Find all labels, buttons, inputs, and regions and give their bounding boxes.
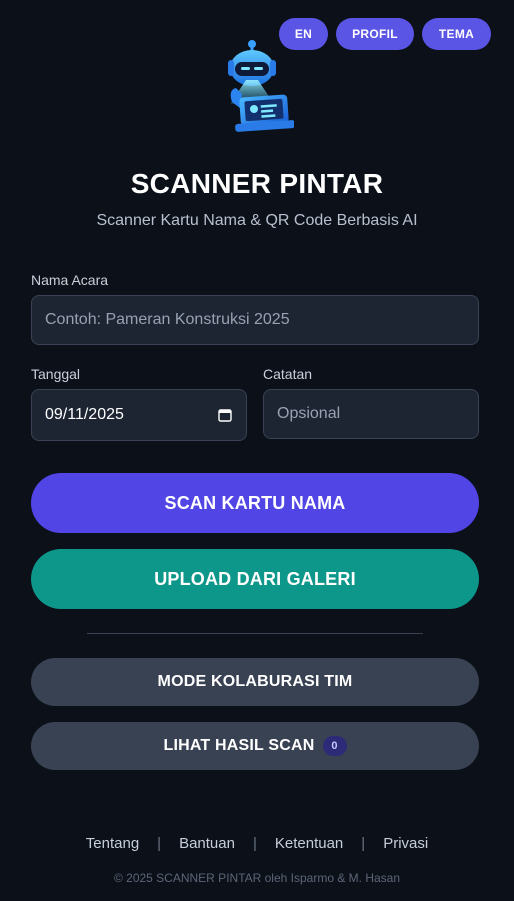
notes-input[interactable]: Opsional [263,389,479,439]
footer-separator: | [252,835,257,852]
scan-card-button[interactable]: SCAN KARTU NAMA [31,473,479,533]
notes-placeholder: Opsional [277,405,341,422]
footer-link-privacy[interactable]: Privasi [383,835,428,852]
app-subtitle: Scanner Kartu Nama & QR Code Berbasis AI [96,212,418,229]
theme-button[interactable]: TEMA [422,18,491,50]
results-count-badge: 0 [322,736,347,756]
date-value: 09/11/2025 [45,406,124,423]
footer-separator: | [157,835,162,852]
top-bar: EN PROFIL TEMA [279,18,491,50]
date-label: Tanggal [31,366,81,382]
notes-label: Catatan [263,366,313,382]
footer-link-about[interactable]: Tentang [86,835,139,852]
team-collab-button[interactable]: MODE KOLABURASI TIM [31,658,479,706]
footer-separator: | [361,835,366,852]
upload-gallery-button[interactable]: UPLOAD DARI GALERI [31,549,479,609]
profile-button[interactable]: PROFIL [336,18,414,50]
calendar-icon[interactable] [218,408,232,422]
event-name-placeholder: Contoh: Pameran Konstruksi 2025 [45,311,290,328]
app-title: SCANNER PINTAR [130,168,384,199]
view-results-label: LIHAT HASIL SCAN [163,737,315,754]
view-results-button[interactable]: LIHAT HASIL SCAN 0 [31,722,479,770]
event-name-label: Nama Acara [31,272,109,288]
footer-links: Tentang | Bantuan | Ketentuan | Privasi [0,835,514,852]
event-name-input[interactable]: Contoh: Pameran Konstruksi 2025 [31,295,479,345]
date-input[interactable]: 09/11/2025 [31,389,247,441]
robot-scanner-icon [228,40,294,132]
footer-link-terms[interactable]: Ketentuan [275,835,343,852]
footer-link-help[interactable]: Bantuan [179,835,235,852]
copyright-text: © 2025 SCANNER PINTAR oleh Isparmo & M. … [113,871,401,885]
divider [87,633,423,634]
